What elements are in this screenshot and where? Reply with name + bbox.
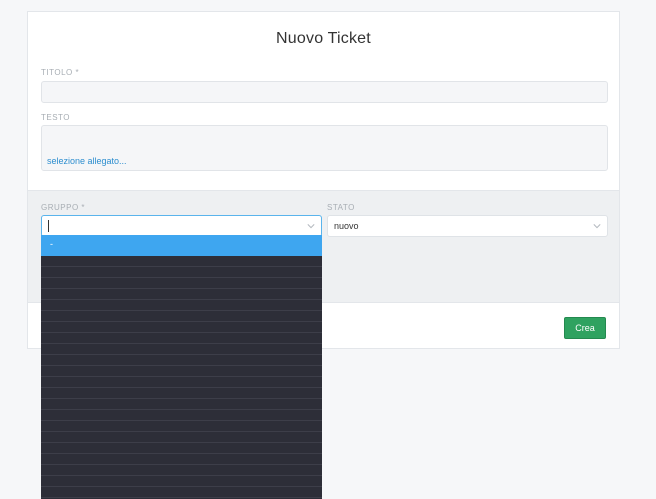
chevron-down-icon	[593, 224, 601, 229]
dropdown-option-empty[interactable]	[41, 465, 322, 476]
dropdown-option[interactable]: -	[41, 235, 322, 256]
dropdown-empty-options	[41, 256, 322, 498]
dropdown-option-empty[interactable]	[41, 443, 322, 454]
group-field-label: GRUPPO *	[41, 203, 86, 212]
dropdown-option-empty[interactable]	[41, 432, 322, 443]
dropdown-option-empty[interactable]	[41, 300, 322, 311]
dropdown-option-empty[interactable]	[41, 410, 322, 421]
page-title: Nuovo Ticket	[276, 30, 371, 47]
dropdown-option-empty[interactable]	[41, 366, 322, 377]
dropdown-option-empty[interactable]	[41, 322, 322, 333]
dropdown-option-empty[interactable]	[41, 267, 322, 278]
dropdown-option-empty[interactable]	[41, 311, 322, 322]
status-select[interactable]: nuovo	[327, 215, 608, 237]
dropdown-option-empty[interactable]	[41, 355, 322, 366]
status-field-label: STATO	[327, 203, 355, 212]
title-input[interactable]	[41, 81, 608, 103]
dropdown-option-empty[interactable]	[41, 289, 322, 300]
dropdown-option-empty[interactable]	[41, 487, 322, 498]
dropdown-option-empty[interactable]	[41, 333, 322, 344]
dropdown-option-empty[interactable]	[41, 344, 322, 355]
dropdown-option-empty[interactable]	[41, 278, 322, 289]
select-attachment-link[interactable]: selezione allegato...	[47, 156, 127, 166]
title-field-label: TITOLO *	[41, 68, 80, 77]
dropdown-option-empty[interactable]	[41, 454, 322, 465]
group-select[interactable]	[41, 215, 322, 237]
group-dropdown-list: -	[41, 235, 322, 499]
dropdown-option-empty[interactable]	[41, 421, 322, 432]
text-area[interactable]: selezione allegato...	[41, 125, 608, 171]
chevron-down-icon	[307, 224, 315, 229]
dropdown-option-empty[interactable]	[41, 377, 322, 388]
page: Nuovo Ticket TITOLO * TESTO selezione al…	[0, 0, 656, 499]
dropdown-option-empty[interactable]	[41, 256, 322, 267]
dropdown-option-empty[interactable]	[41, 476, 322, 487]
dropdown-option-empty[interactable]	[41, 399, 322, 410]
create-button[interactable]: Crea	[564, 317, 606, 339]
text-cursor	[48, 220, 49, 232]
dropdown-option-empty[interactable]	[41, 388, 322, 399]
text-field-label: TESTO	[41, 113, 71, 122]
status-select-value: nuovo	[334, 221, 359, 231]
